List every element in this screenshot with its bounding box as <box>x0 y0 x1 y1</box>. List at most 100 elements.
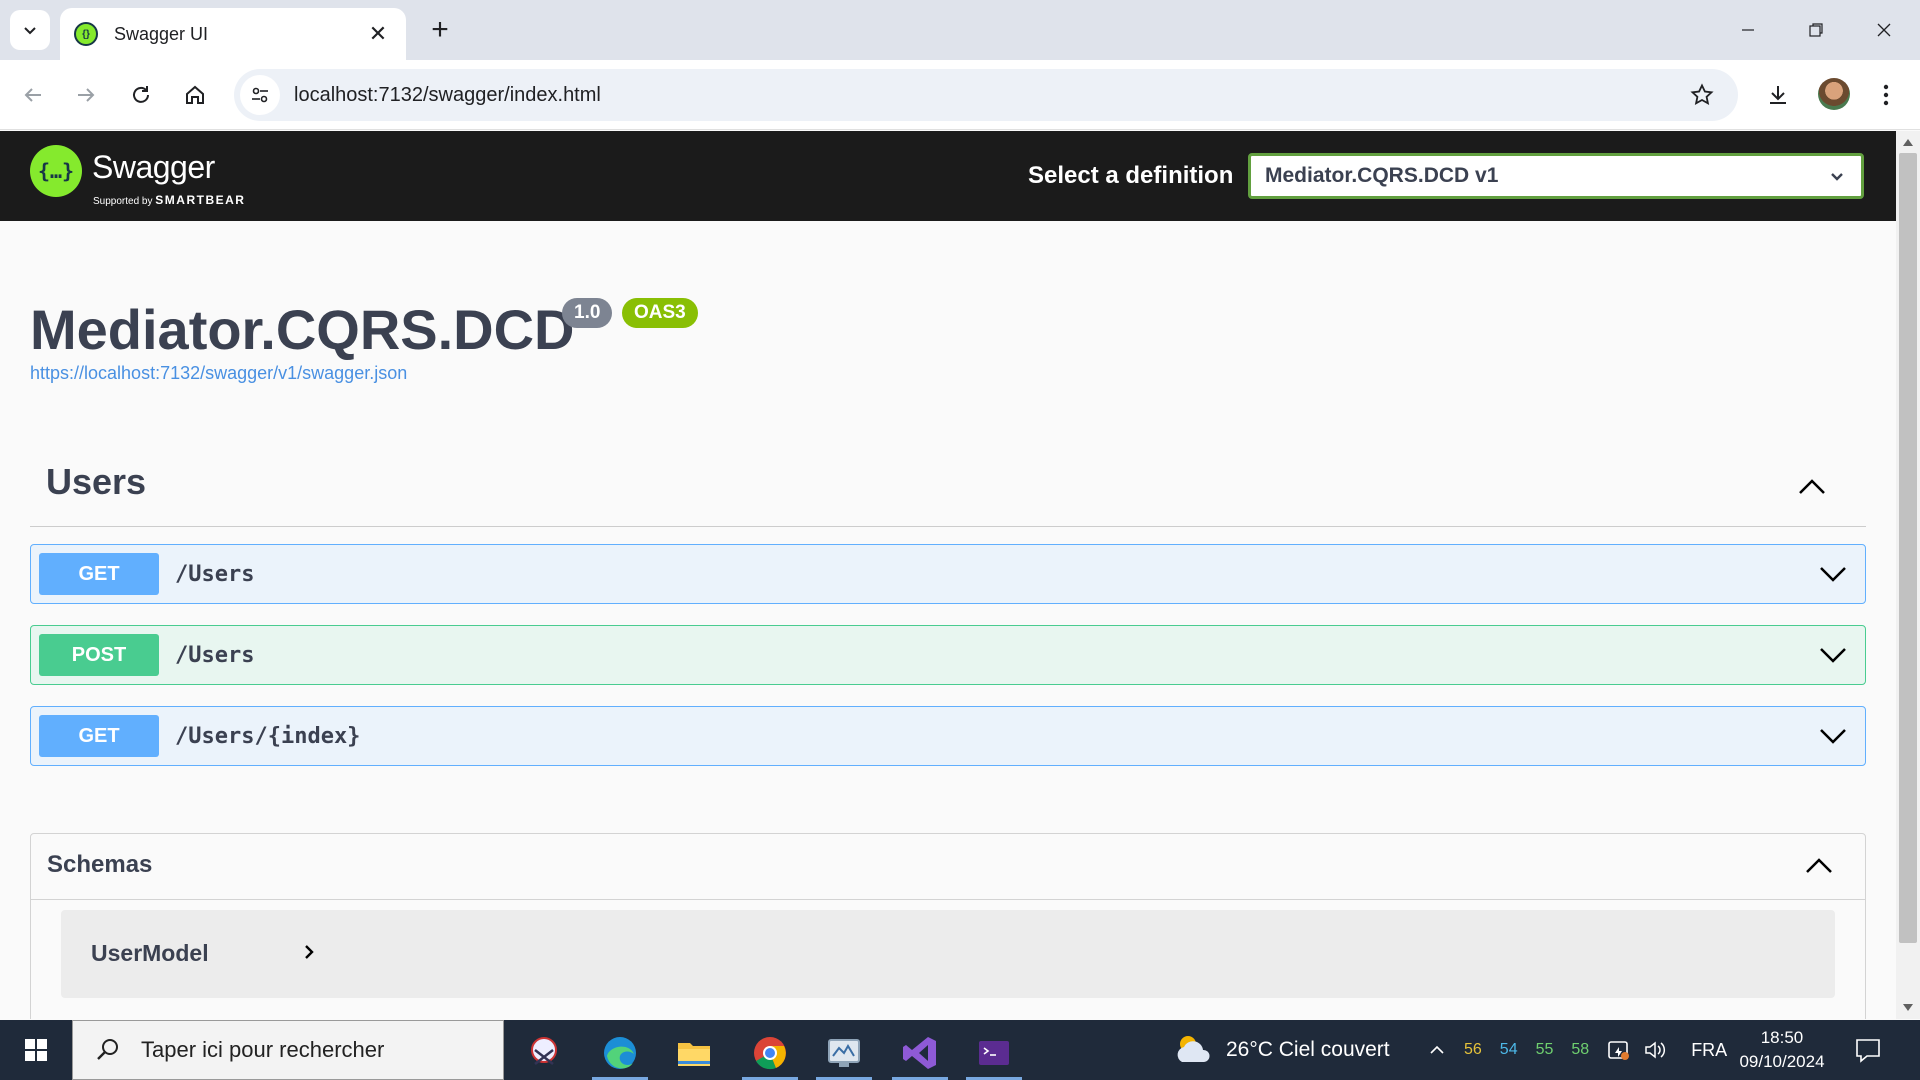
chrome-browser-icon <box>754 1037 786 1070</box>
chrome-app[interactable] <box>738 1026 802 1080</box>
schemas-header[interactable]: Schemas <box>31 834 1865 900</box>
definition-value: Mediator.CQRS.DCD v1 <box>1265 164 1499 187</box>
supported-by-text: Supported by <box>93 196 153 207</box>
address-bar[interactable]: localhost:7132/swagger/index.html <box>234 69 1738 121</box>
terminal-icon <box>979 1041 1009 1065</box>
swagger-logo-icon[interactable]: {…} <box>30 145 82 197</box>
url-text[interactable]: localhost:7132/swagger/index.html <box>294 84 1682 107</box>
weather-widget[interactable]: 26°C Ciel couvert <box>1172 1020 1390 1080</box>
browser-toolbar: localhost:7132/swagger/index.html <box>0 60 1920 130</box>
taskbar-search-placeholder: Taper ici pour rechercher <box>141 1037 385 1062</box>
operation-post-users[interactable]: POST /Users <box>30 625 1866 685</box>
browser-tab-bar: {} Swagger UI ✕ + <box>0 0 1920 60</box>
close-icon <box>1877 23 1891 37</box>
swagger-favicon-icon: {} <box>74 22 98 46</box>
arrow-left-icon <box>24 88 41 102</box>
profile-avatar[interactable] <box>1818 78 1850 110</box>
tune-icon <box>252 87 268 103</box>
chevron-right-icon[interactable] <box>297 940 321 964</box>
chevron-up-icon[interactable] <box>1794 469 1830 505</box>
clock-time: 18:50 <box>1760 1028 1804 1047</box>
reload-button[interactable] <box>123 77 159 113</box>
taskbar-clock[interactable]: 18:50 09/10/2024 <box>1730 1026 1834 1074</box>
method-badge: GET <box>39 553 159 595</box>
model-name: UserModel <box>91 940 209 966</box>
downloads-button[interactable] <box>1760 77 1796 113</box>
star-icon <box>1690 83 1714 106</box>
terminal-app[interactable] <box>962 1026 1026 1080</box>
weather-text: 26°C Ciel couvert <box>1226 1038 1390 1061</box>
scroll-down-arrow-icon[interactable] <box>1903 1004 1913 1011</box>
reload-icon <box>133 86 149 103</box>
home-icon <box>186 85 204 104</box>
scroll-thumb[interactable] <box>1899 153 1917 943</box>
method-badge: POST <box>39 634 159 676</box>
chevron-up-icon[interactable] <box>1428 1041 1446 1059</box>
window-close-button[interactable] <box>1860 12 1908 48</box>
definition-select[interactable]: Mediator.CQRS.DCD v1 <box>1248 153 1864 199</box>
cloudy-weather-icon <box>1177 1036 1210 1062</box>
tray-number[interactable]: 56 <box>1464 1041 1482 1059</box>
tab-close-button[interactable]: ✕ <box>364 21 392 47</box>
system-monitor-app[interactable] <box>812 1026 876 1080</box>
tab-search-button[interactable] <box>10 10 50 50</box>
tray-number[interactable]: 54 <box>1500 1041 1518 1059</box>
page-scrollbar[interactable] <box>1896 131 1920 1019</box>
supported-by-smartbear: Supported by SMARTBEAR <box>93 193 245 207</box>
chevron-down-icon <box>24 27 36 35</box>
windows-logo-icon <box>25 1039 47 1061</box>
browser-tab-swagger[interactable]: {} Swagger UI ✕ <box>60 8 406 60</box>
clock-date: 09/10/2024 <box>1739 1052 1825 1071</box>
volume-icon[interactable] <box>1643 1039 1667 1061</box>
visual-studio-icon <box>903 1037 936 1069</box>
folder-icon <box>678 1043 710 1066</box>
site-info-button[interactable] <box>240 75 280 115</box>
download-icon <box>1770 86 1786 104</box>
forward-button[interactable] <box>68 77 104 113</box>
swagger-page: {…} Swagger Supported by SMARTBEAR Selec… <box>0 131 1896 1019</box>
window-restore-button[interactable] <box>1792 12 1840 48</box>
spec-link[interactable]: https://localhost:7132/swagger/v1/swagge… <box>30 363 407 384</box>
api-title: Mediator.CQRS.DCD <box>30 298 575 361</box>
tag-title[interactable]: Users <box>46 461 146 503</box>
search-icon <box>97 1039 118 1060</box>
minimize-icon <box>1742 29 1754 31</box>
schemas-section: Schemas UserModel <box>30 833 1866 1019</box>
notification-icon[interactable] <box>1852 1034 1884 1066</box>
new-tab-button[interactable]: + <box>422 12 458 48</box>
edge-browser-icon <box>604 1037 636 1069</box>
snipping-tool-app[interactable] <box>512 1026 576 1080</box>
taskbar-search-box[interactable]: Taper ici pour rechercher <box>72 1020 504 1080</box>
window-minimize-button[interactable] <box>1724 12 1772 48</box>
tab-title: Swagger UI <box>114 23 209 44</box>
back-button[interactable] <box>15 77 51 113</box>
browser-menu-button[interactable] <box>1868 77 1904 113</box>
more-vertical-icon <box>1883 84 1889 106</box>
chevron-down-icon[interactable] <box>1815 556 1851 592</box>
chevron-down-icon <box>1831 173 1843 181</box>
model-usermodel[interactable]: UserModel <box>61 910 1835 998</box>
snipping-tool-icon <box>531 1037 557 1065</box>
operation-get-users[interactable]: GET /Users <box>30 544 1866 604</box>
smartbear-text: SMARTBEAR <box>155 193 246 207</box>
chevron-up-icon[interactable] <box>1801 848 1837 884</box>
home-button[interactable] <box>177 77 213 113</box>
bookmark-button[interactable] <box>1682 75 1722 115</box>
tag-divider <box>30 526 1866 527</box>
tray-number[interactable]: 55 <box>1536 1041 1554 1059</box>
chevron-down-icon[interactable] <box>1815 718 1851 754</box>
version-badge: 1.0 <box>562 298 613 328</box>
visual-studio-app[interactable] <box>888 1026 952 1080</box>
method-badge: GET <box>39 715 159 757</box>
file-explorer-app[interactable] <box>662 1026 726 1080</box>
start-button[interactable] <box>0 1020 72 1080</box>
battery-power-icon[interactable] <box>1607 1039 1631 1061</box>
operation-get-user-by-index[interactable]: GET /Users/{index} <box>30 706 1866 766</box>
operation-path: /Users/{index} <box>175 723 361 749</box>
tray-number[interactable]: 58 <box>1571 1041 1589 1059</box>
scroll-up-arrow-icon[interactable] <box>1903 139 1913 146</box>
chevron-down-icon[interactable] <box>1815 637 1851 673</box>
language-indicator[interactable]: FRA <box>1691 1040 1727 1061</box>
edge-app[interactable] <box>588 1026 652 1080</box>
definition-label: Select a definition <box>1028 162 1234 189</box>
